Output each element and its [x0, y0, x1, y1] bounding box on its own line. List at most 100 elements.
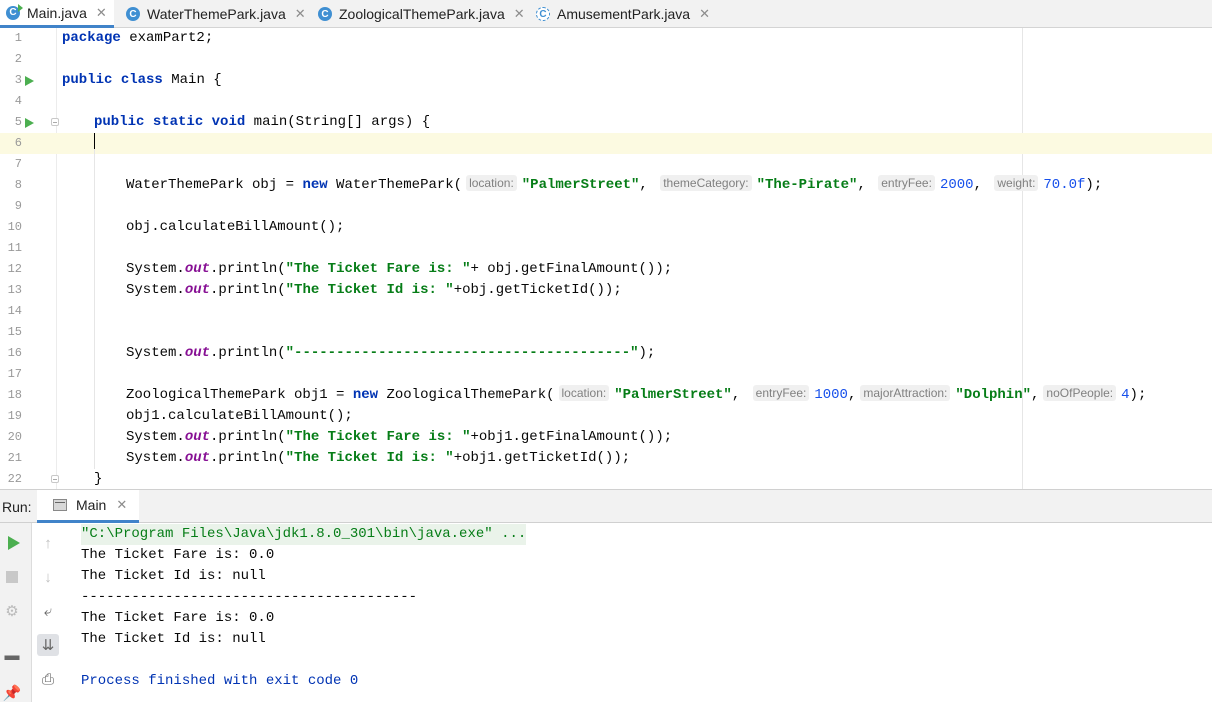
- tab-amusementpark-java[interactable]: C AmusementPark.java ✕: [532, 0, 712, 28]
- line-number: 4: [14, 94, 22, 108]
- console-exit-line: Process finished with exit code 0: [81, 673, 359, 689]
- parameter-hint: noOfPeople:: [1043, 385, 1117, 401]
- run-tab-main[interactable]: Main ✕: [37, 490, 139, 523]
- indent-guide: [94, 301, 95, 322]
- code-line[interactable]: 1 package examPart2;: [0, 28, 1212, 49]
- run-gutter-icon[interactable]: [25, 118, 34, 128]
- indent-guide: [94, 406, 95, 427]
- code-text: ZoologicalThemePark obj1 = new Zoologica…: [126, 385, 1147, 403]
- line-number: 21: [7, 451, 22, 465]
- class-icon: C: [126, 7, 140, 21]
- debug-icon[interactable]: ⚙: [1, 600, 23, 622]
- code-line[interactable]: 3 public class Main {: [0, 70, 1212, 91]
- indent-guide: [94, 154, 95, 175]
- indent-guide: [94, 238, 95, 259]
- parameter-hint: themeCategory:: [660, 175, 752, 191]
- close-icon[interactable]: ✕: [96, 5, 107, 21]
- stop-icon[interactable]: [1, 566, 23, 588]
- code-line[interactable]: 22 }: [0, 469, 1212, 489]
- indent-guide: [94, 280, 95, 301]
- class-icon: C: [318, 7, 332, 21]
- line-number: 3: [14, 73, 22, 87]
- fold-icon[interactable]: [51, 475, 59, 483]
- close-icon[interactable]: ✕: [295, 6, 306, 22]
- code-line[interactable]: 21 System.out.println("The Ticket Id is:…: [0, 448, 1212, 469]
- line-number: 18: [7, 388, 22, 402]
- arrow-down-icon[interactable]: ↓: [37, 566, 59, 588]
- scroll-to-end-icon[interactable]: ⇊: [37, 634, 59, 656]
- code-line[interactable]: 20 System.out.println("The Ticket Fare i…: [0, 427, 1212, 448]
- tab-label: AmusementPark.java: [557, 6, 691, 22]
- code-line[interactable]: 4: [0, 91, 1212, 112]
- line-number: 20: [7, 430, 22, 444]
- console-line: The Ticket Fare is: 0.0: [81, 610, 275, 626]
- code-line[interactable]: 13 System.out.println("The Ticket Id is:…: [0, 280, 1212, 301]
- console-icon: [53, 499, 67, 511]
- code-text: package examPart2;: [62, 30, 214, 46]
- tab-zoologicalthemepark-java[interactable]: C ZoologicalThemePark.java ✕: [314, 0, 526, 28]
- arrow-up-icon[interactable]: ↑: [37, 532, 59, 554]
- class-main-icon: C: [6, 3, 23, 20]
- code-text: System.out.println("The Ticket Id is: "+…: [126, 450, 631, 466]
- indent-guide: [94, 322, 95, 343]
- indent-guide: [94, 196, 95, 217]
- print-icon[interactable]: ⎙: [37, 668, 59, 690]
- code-line[interactable]: 16 System.out.println("-----------------…: [0, 343, 1212, 364]
- code-text: obj.calculateBillAmount();: [126, 219, 345, 235]
- soft-wrap-icon[interactable]: ⤶: [37, 600, 59, 622]
- code-line[interactable]: 2: [0, 49, 1212, 70]
- code-text: System.out.println("The Ticket Id is: "+…: [126, 282, 622, 298]
- code-line[interactable]: 19 obj1.calculateBillAmount();: [0, 406, 1212, 427]
- console-line: The Ticket Id is: null: [81, 631, 266, 647]
- code-line[interactable]: 5 public static void main(String[] args)…: [0, 112, 1212, 133]
- line-number: 15: [7, 325, 22, 339]
- console-line: The Ticket Fare is: 0.0: [81, 547, 275, 563]
- code-line[interactable]: 17: [0, 364, 1212, 385]
- code-line-current[interactable]: 6: [0, 133, 1212, 154]
- tab-waterthemepark-java[interactable]: C WaterThemePark.java ✕: [122, 0, 310, 28]
- tab-label: Main.java: [27, 4, 87, 21]
- code-editor[interactable]: 1 package examPart2; 2 3 public class Ma…: [0, 28, 1212, 489]
- code-line[interactable]: 14: [0, 301, 1212, 322]
- text-caret: [94, 133, 95, 154]
- layout-icon[interactable]: ▬: [1, 644, 23, 666]
- tab-main-java[interactable]: C Main.java ✕: [0, 0, 114, 28]
- editor-tab-bar: C Main.java ✕ C WaterThemePark.java ✕ C …: [0, 0, 1212, 28]
- code-line[interactable]: 15: [0, 322, 1212, 343]
- code-line[interactable]: 18 ZoologicalThemePark obj1 = new Zoolog…: [0, 385, 1212, 406]
- code-line[interactable]: 7: [0, 154, 1212, 175]
- indent-guide: [94, 427, 95, 448]
- line-number: 13: [7, 283, 22, 297]
- code-text: System.out.println("The Ticket Fare is: …: [126, 429, 673, 445]
- code-line[interactable]: 11: [0, 238, 1212, 259]
- tab-label: ZoologicalThemePark.java: [339, 6, 505, 22]
- rerun-icon[interactable]: [3, 532, 25, 554]
- close-icon[interactable]: ✕: [116, 497, 127, 513]
- run-toolbar: ⚙ ▬ 📌: [0, 523, 32, 702]
- code-text: obj1.calculateBillAmount();: [126, 408, 353, 424]
- code-line[interactable]: 12 System.out.println("The Ticket Fare i…: [0, 259, 1212, 280]
- parameter-hint: entryFee:: [752, 385, 810, 401]
- indent-guide: [94, 343, 95, 364]
- line-number: 14: [7, 304, 22, 318]
- close-icon[interactable]: ✕: [699, 6, 710, 22]
- line-number: 16: [7, 346, 22, 360]
- code-line[interactable]: 8 WaterThemePark obj = new WaterThemePar…: [0, 175, 1212, 196]
- line-number: 6: [0, 133, 22, 154]
- parameter-hint: location:: [558, 385, 610, 401]
- abstract-class-icon: C: [536, 7, 550, 21]
- line-number: 17: [7, 367, 22, 381]
- line-number: 2: [14, 52, 22, 66]
- code-line[interactable]: 10 obj.calculateBillAmount();: [0, 217, 1212, 238]
- line-number: 11: [7, 241, 22, 255]
- pin-icon[interactable]: 📌: [1, 682, 23, 704]
- close-icon[interactable]: ✕: [514, 6, 525, 22]
- console-line: ----------------------------------------: [81, 589, 418, 605]
- fold-icon[interactable]: [51, 118, 59, 126]
- code-line[interactable]: 9: [0, 196, 1212, 217]
- indent-guide: [94, 217, 95, 238]
- indent-guide: [94, 385, 95, 406]
- parameter-hint: weight:: [994, 175, 1039, 191]
- console-output[interactable]: "C:\Program Files\Java\jdk1.8.0_301\bin\…: [66, 523, 1212, 702]
- run-gutter-icon[interactable]: [25, 76, 34, 86]
